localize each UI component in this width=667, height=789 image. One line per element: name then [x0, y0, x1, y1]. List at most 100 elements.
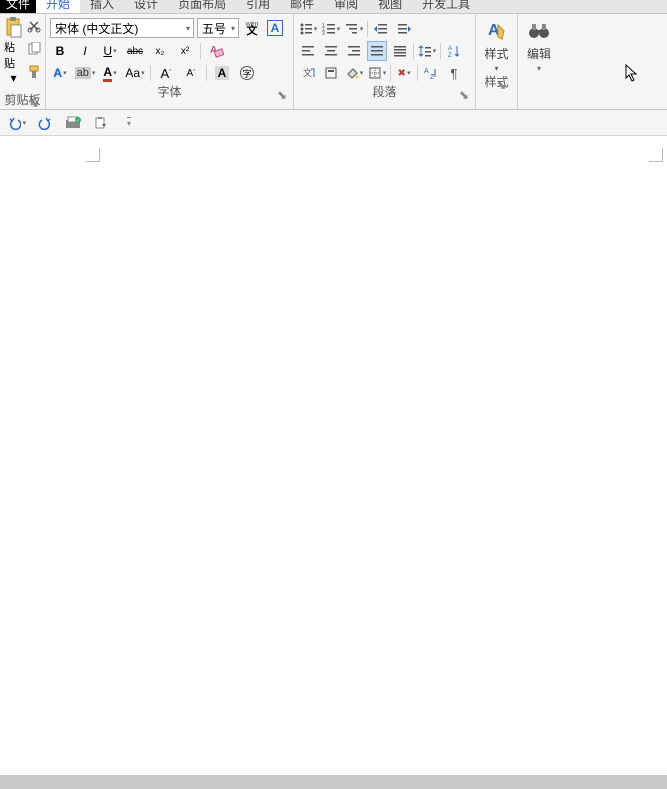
tab-file[interactable]: 文件: [0, 0, 36, 13]
save-print-icon: ✓: [65, 116, 81, 130]
italic-button[interactable]: I: [75, 41, 95, 61]
chevron-down-icon: ▾: [92, 69, 96, 77]
chevron-down-icon: ▾: [231, 24, 235, 33]
tab-review[interactable]: 审阅: [324, 0, 368, 13]
group-edit: 编辑 ▾: [518, 14, 560, 109]
undo-icon: [8, 116, 21, 130]
font-size-select[interactable]: 五号 ▾: [197, 18, 239, 38]
increase-indent-button[interactable]: [394, 19, 414, 39]
sort-az-button[interactable]: AZ: [421, 63, 441, 83]
highlight-icon: ab: [75, 67, 91, 79]
bold-button[interactable]: B: [50, 41, 70, 61]
asian-layout-button[interactable]: [321, 63, 341, 83]
align-center-button[interactable]: [321, 41, 341, 61]
pilcrow-icon: ¶: [451, 66, 458, 81]
quick-access-toolbar: ▾ ✓ ▾: [0, 110, 667, 136]
font-name-select[interactable]: 宋体 (中文正文) ▾: [50, 18, 194, 38]
borders-button[interactable]: ▾: [367, 63, 387, 83]
change-case-button[interactable]: Aa▾: [125, 63, 145, 83]
sort-az-icon: AZ: [424, 66, 438, 80]
superscript-button[interactable]: x²: [175, 41, 195, 61]
group-styles: A 样式 ▾ 样式 ⬊: [476, 14, 518, 109]
x-icon: ✖: [398, 68, 406, 79]
show-marks-button[interactable]: ¶: [444, 63, 464, 83]
sort-button[interactable]: AZ: [444, 41, 464, 61]
chevron-down-icon: ▾: [360, 25, 364, 33]
tab-design[interactable]: 设计: [124, 0, 168, 13]
bullets-icon: [299, 22, 313, 36]
group-label-paragraph: 段落 ⬊: [298, 83, 471, 99]
chevron-down-icon: ▾: [63, 69, 67, 77]
eraser-a-icon: A: [208, 43, 224, 59]
find-button[interactable]: 编辑 ▾: [527, 17, 551, 73]
group-paragraph: ▾ 123▾ ▾ ▾ AZ 文 ▾ ▾ ✖▾ AZ ¶: [294, 14, 476, 109]
multilevel-icon: [345, 22, 359, 36]
align-justify-icon: [370, 44, 384, 58]
subscript-button[interactable]: x₂: [150, 41, 170, 61]
numbering-button[interactable]: 123▾: [321, 19, 341, 39]
highlight-button[interactable]: ab▾: [75, 63, 95, 83]
group-label-font: 字体 ⬊: [50, 83, 289, 99]
chevron-down-icon: ▾: [127, 117, 131, 128]
redo-button[interactable]: [36, 114, 54, 132]
align-distributed-button[interactable]: [390, 41, 410, 61]
paste-button[interactable]: 粘贴 ▾: [4, 17, 23, 91]
save-button[interactable]: ✓: [64, 114, 82, 132]
launcher-icon[interactable]: ⬊: [497, 78, 507, 88]
multilevel-list-button[interactable]: ▾: [344, 19, 364, 39]
line-spacing-button[interactable]: ▾: [417, 41, 437, 61]
paste-options-button[interactable]: [92, 114, 110, 132]
grow-font-button[interactable]: Aˇ: [156, 63, 176, 83]
font-color-button[interactable]: A▾: [100, 63, 120, 83]
launcher-icon[interactable]: ⬊: [277, 88, 287, 98]
shading-button[interactable]: ▾: [344, 63, 364, 83]
line-spacing-icon: [418, 44, 432, 58]
tab-mailings[interactable]: 邮件: [280, 0, 324, 13]
indent-icon: [397, 22, 411, 36]
launcher-icon[interactable]: ⬊: [29, 96, 39, 106]
tab-developer[interactable]: 开发工具: [412, 0, 480, 13]
outdent-icon: [374, 22, 388, 36]
phonetic-guide-button[interactable]: wén 文: [242, 18, 262, 38]
tab-insert[interactable]: 插入: [80, 0, 124, 13]
underline-button[interactable]: U▾: [100, 41, 120, 61]
styles-button[interactable]: A 样式 ▾: [484, 17, 508, 73]
strikethrough-button[interactable]: abc: [125, 41, 145, 61]
launcher-icon[interactable]: ⬊: [459, 88, 469, 98]
char-shading-button[interactable]: A: [212, 63, 232, 83]
chevron-down-icon: ▾: [186, 24, 190, 33]
chevron-down-icon: ▾: [337, 25, 341, 33]
char-border-button[interactable]: A: [265, 18, 285, 38]
align-left-button[interactable]: [298, 41, 318, 61]
bullets-button[interactable]: ▾: [298, 19, 318, 39]
chevron-down-icon: ▾: [537, 64, 541, 73]
copy-icon[interactable]: [27, 42, 41, 59]
divider: [367, 21, 368, 37]
tab-view[interactable]: 视图: [368, 0, 412, 13]
group-font: 宋体 (中文正文) ▾ 五号 ▾ wén 文 A B I U▾ abc x₂ x…: [46, 14, 294, 109]
svg-text:Z: Z: [430, 74, 435, 80]
format-painter-icon[interactable]: [27, 65, 41, 82]
customize-qat-button[interactable]: ▾: [120, 114, 138, 132]
text-direction-button[interactable]: 文: [298, 63, 318, 83]
group-label-styles: 样式 ⬊: [484, 73, 508, 89]
text-effects-button[interactable]: A▾: [50, 63, 70, 83]
align-justify-button[interactable]: [367, 41, 387, 61]
tab-references[interactable]: 引用: [236, 0, 280, 13]
asian-combine-button[interactable]: ✖▾: [394, 63, 414, 83]
chevron-down-icon: ▾: [407, 69, 411, 77]
svg-text:✓: ✓: [76, 118, 80, 124]
clear-formatting-button[interactable]: A: [206, 41, 226, 61]
undo-button[interactable]: ▾: [8, 114, 26, 132]
tab-layout[interactable]: 页面布局: [168, 0, 236, 13]
shrink-font-button[interactable]: Aˇ: [181, 63, 201, 83]
tab-home[interactable]: 开始: [36, 0, 80, 13]
document-area[interactable]: [0, 136, 667, 775]
decrease-indent-button[interactable]: [371, 19, 391, 39]
enclose-chars-button[interactable]: 字: [237, 63, 257, 83]
divider: [440, 43, 441, 59]
align-right-button[interactable]: [344, 41, 364, 61]
svg-text:文: 文: [303, 67, 312, 78]
align-distributed-icon: [393, 44, 407, 58]
cut-icon[interactable]: [27, 19, 41, 36]
